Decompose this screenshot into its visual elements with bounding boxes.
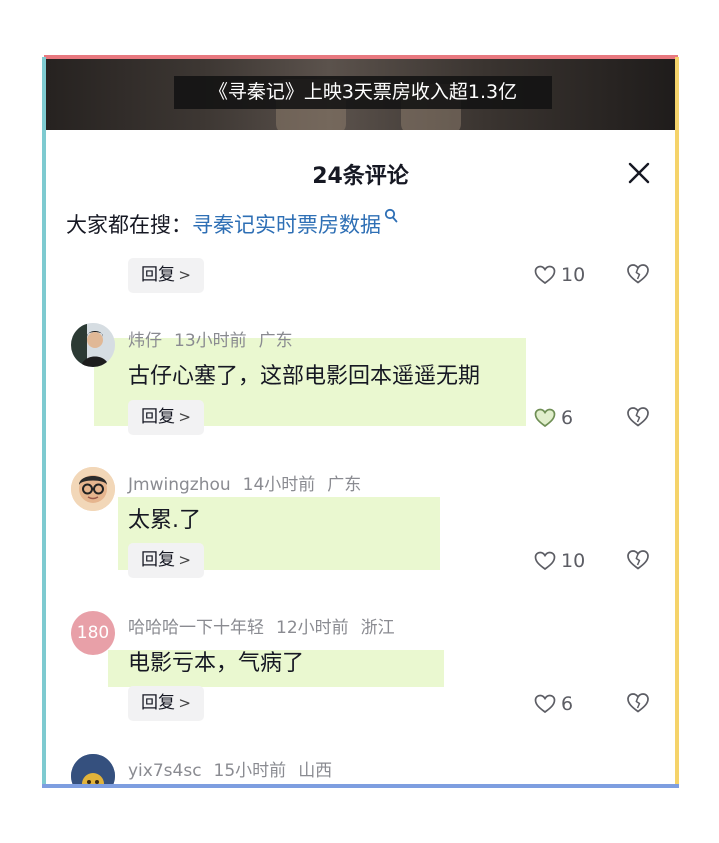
avatar[interactable]: [71, 754, 115, 784]
avatar-text: 180: [76, 623, 110, 643]
broken-heart-icon: [627, 693, 649, 713]
reply-label: 回复: [141, 693, 175, 713]
like-count: 6: [561, 693, 574, 715]
comment-username[interactable]: Jmwingzhou: [128, 475, 231, 495]
comment-meta: 炜仔 13小时前 广东: [128, 326, 305, 351]
comment-text: 电影亏本，气病了: [128, 651, 305, 676]
avatar[interactable]: [71, 323, 115, 367]
comment-sheet: 24条评论 大家都在搜：寻秦记实时票房数据 回复 > 10 炜仔 13小时前 广…: [46, 130, 675, 784]
comment-region: 广东: [327, 475, 362, 495]
broken-heart-icon: [627, 407, 649, 427]
comment-region: 广东: [258, 331, 293, 351]
reply-button[interactable]: 回复 >: [128, 686, 204, 721]
like-button[interactable]: 10: [534, 549, 594, 573]
broken-heart-icon: [627, 264, 649, 284]
reply-label: 回复: [141, 550, 175, 570]
broken-heart-icon: [627, 550, 649, 570]
close-button[interactable]: [624, 158, 654, 188]
dislike-button[interactable]: [626, 406, 650, 430]
reply-button[interactable]: 回复 >: [128, 543, 204, 578]
heart-icon: [534, 551, 556, 571]
comment-username[interactable]: yix7s4sc: [128, 761, 202, 781]
comment-username[interactable]: 炜仔: [128, 331, 162, 351]
heart-icon: [534, 408, 556, 428]
comment-count-title: 24条评论: [312, 164, 409, 189]
reply-label: 回复: [141, 265, 175, 285]
comment-time: 12小时前: [276, 618, 349, 638]
like-count: 6: [561, 407, 574, 429]
comment-meta: 哈哈哈一下十年轻 12小时前 浙江: [128, 613, 407, 638]
close-icon: [628, 162, 650, 184]
trending-search-link[interactable]: 寻秦记实时票房数据: [192, 213, 381, 237]
video-caption: 《寻秦记》上映3天票房收入超1.3亿: [174, 76, 552, 109]
comment-text: 太累.了: [128, 508, 201, 533]
comment-meta: Jmwingzhou 14小时前 广东: [128, 470, 373, 495]
user-avatar-image: [71, 467, 115, 511]
like-button[interactable]: 6: [534, 406, 594, 430]
comment-time: 13小时前: [174, 331, 247, 351]
search-icon: [384, 208, 398, 223]
chevron-right-icon: >: [178, 266, 191, 284]
dislike-button[interactable]: [626, 549, 650, 573]
chevron-right-icon: >: [178, 694, 191, 712]
trending-search: 大家都在搜：寻秦记实时票房数据: [66, 208, 398, 239]
heart-icon: [534, 694, 556, 714]
frame-right-border: [675, 57, 679, 787]
user-avatar-image: [71, 323, 115, 367]
comment-region: 山西: [298, 761, 333, 781]
chevron-right-icon: >: [178, 408, 191, 426]
video-preview[interactable]: 《寻秦记》上映3天票房收入超1.3亿: [46, 59, 675, 130]
like-count: 10: [561, 264, 586, 286]
comment-meta: yix7s4sc 15小时前 山西: [128, 756, 344, 781]
like-button[interactable]: 10: [534, 263, 594, 287]
reply-button[interactable]: 回复 >: [128, 400, 204, 435]
comment-text: 古仔心塞了，这部电影回本遥遥无期: [128, 364, 481, 389]
user-avatar-image: [71, 754, 115, 784]
dislike-button[interactable]: [626, 692, 650, 716]
frame-bottom-border: [42, 784, 679, 788]
trending-search-label: 大家都在搜：: [66, 213, 192, 237]
comment-time: 15小时前: [213, 761, 287, 781]
avatar[interactable]: 180: [71, 611, 115, 655]
avatar[interactable]: [71, 467, 115, 511]
heart-icon: [534, 265, 556, 285]
like-button[interactable]: 6: [534, 692, 594, 716]
dislike-button[interactable]: [626, 263, 650, 287]
comment-time: 14小时前: [242, 475, 316, 495]
comment-username[interactable]: 哈哈哈一下十年轻: [128, 618, 264, 638]
comment-region: 浙江: [360, 618, 395, 638]
like-count: 10: [561, 550, 586, 572]
reply-button[interactable]: 回复 >: [128, 258, 204, 293]
reply-label: 回复: [141, 407, 175, 427]
chevron-right-icon: >: [178, 551, 191, 569]
